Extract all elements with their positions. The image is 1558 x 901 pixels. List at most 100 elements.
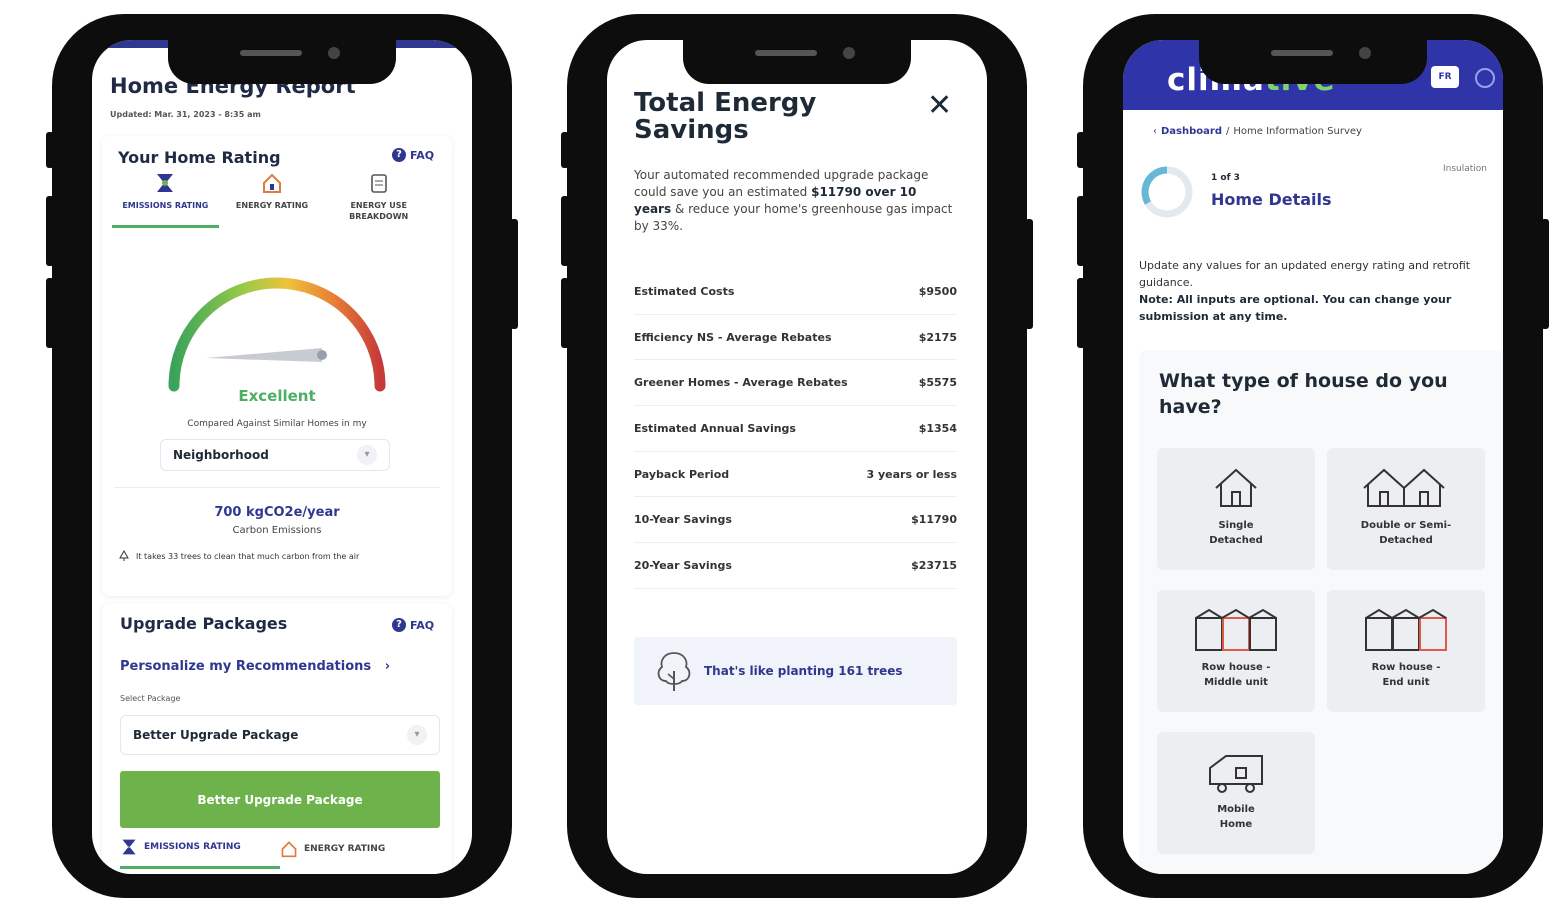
modal-title: Total Energy Savings: [634, 88, 817, 145]
trees-note-text: It takes 33 trees to clean that much car…: [136, 551, 360, 561]
energy-house-icon: [281, 840, 297, 857]
savings-description: Your automated recommended upgrade packa…: [634, 167, 954, 235]
house-option-double-semi-detached[interactable]: Double or Semi- Detached: [1327, 448, 1485, 570]
house-option-single-detached[interactable]: Single Detached: [1157, 448, 1315, 570]
trees-note: It takes 33 trees to clean that much car…: [118, 550, 359, 562]
chevron-down-icon: ▾: [407, 725, 427, 745]
option-label: Single: [1218, 520, 1254, 531]
card-title: Your Home Rating: [118, 148, 281, 167]
faq-label: FAQ: [410, 618, 435, 632]
side-button: [1025, 219, 1033, 329]
step-counter: 1 of 3: [1211, 173, 1240, 183]
tab-label: ENERGY RATING: [304, 843, 386, 854]
close-icon[interactable]: ✕: [927, 88, 952, 123]
table-row: Payback Period 3 years or less: [634, 452, 957, 498]
side-button: [561, 196, 569, 266]
clipboard-icon: [370, 174, 387, 193]
personalize-link[interactable]: Personalize my Recommendations ›: [120, 659, 390, 674]
updated-timestamp: Updated: Mar. 31, 2023 - 8:35 am: [110, 110, 261, 119]
chevron-right-icon: ›: [375, 659, 391, 674]
row-value: $23715: [911, 558, 957, 572]
row-label: Payback Period: [634, 467, 730, 481]
select-value: Better Upgrade Package: [133, 728, 299, 742]
help-icon: ?: [392, 148, 406, 162]
house-option-mobile-home[interactable]: Mobile Home: [1157, 732, 1315, 854]
row-house-middle-icon: [1195, 608, 1277, 651]
tab-emissions-rating[interactable]: EMISSIONS RATING: [112, 172, 219, 228]
phone-notch: [683, 32, 911, 84]
house-option-row-end[interactable]: Row house - End unit: [1327, 590, 1485, 712]
tree-icon: [119, 550, 129, 561]
tab-label: EMISSIONS RATING: [122, 201, 209, 210]
table-row: 10-Year Savings $11790: [634, 497, 957, 544]
breadcrumb-dashboard-link[interactable]: Dashboard: [1161, 126, 1222, 137]
table-row: Efficiency NS - Average Rebates $2175: [634, 315, 957, 361]
tab-energy-rating[interactable]: ENERGY RATING: [280, 838, 440, 869]
side-button: [510, 219, 518, 329]
tab-energy-use-breakdown[interactable]: ENERGY USE BREAKDOWN: [325, 172, 432, 228]
desc-text: Update any values for an updated energy …: [1139, 259, 1471, 289]
side-button: [1077, 196, 1085, 266]
emissions-icon: [122, 839, 136, 855]
option-label: Double or Semi-: [1360, 520, 1452, 531]
tab-label: EMISSIONS RATING: [144, 842, 241, 852]
tab-label: ENERGY USE BREAKDOWN: [349, 201, 409, 221]
option-label: Detached: [1379, 535, 1433, 546]
breadcrumb-separator: /: [1226, 126, 1230, 137]
house-type-question-card: What type of house do you have? Single D…: [1139, 350, 1503, 874]
table-row: Estimated Annual Savings $1354: [634, 406, 957, 452]
divider: [114, 487, 440, 488]
row-label: Estimated Annual Savings: [634, 421, 796, 435]
option-label: Mobile: [1217, 804, 1255, 815]
option-label: End unit: [1382, 677, 1430, 688]
screen: climative EN FR ‹ Dashboard / Home Infor…: [1123, 40, 1503, 874]
upgrade-package-button[interactable]: Better Upgrade Package: [120, 771, 440, 828]
phone-home-information-survey: climative EN FR ‹ Dashboard / Home Infor…: [1077, 14, 1549, 898]
row-label: Estimated Costs: [634, 284, 735, 298]
semi-detached-icon: [1363, 468, 1445, 507]
lang-fr-toggle[interactable]: FR: [1431, 66, 1459, 88]
question-title: What type of house do you have?: [1159, 370, 1448, 418]
faq-label: FAQ: [410, 148, 435, 162]
rating-tabs: EMISSIONS RATING ENERGY RATING ENERGY US…: [112, 172, 432, 228]
tree-icon: [657, 652, 691, 691]
faq-link[interactable]: ? FAQ: [392, 618, 434, 632]
tab-energy-rating[interactable]: ENERGY RATING: [219, 172, 326, 228]
row-value: $5575: [918, 376, 957, 390]
savings-table: Estimated Costs $9500 Efficiency NS - Ave…: [634, 269, 957, 589]
row-value: $11790: [911, 513, 957, 527]
side-button: [46, 196, 54, 266]
chevron-left-icon[interactable]: ‹: [1153, 126, 1157, 137]
house-option-row-middle[interactable]: Row house - Middle unit: [1157, 590, 1315, 712]
phone-total-energy-savings: Total Energy Savings ✕ Your automated re…: [561, 14, 1033, 898]
select-package-label: Select Package: [120, 694, 181, 703]
option-label: Row house -: [1201, 662, 1271, 673]
desc-note: Note: All inputs are optional. You can c…: [1139, 293, 1452, 323]
row-label: Greener Homes - Average Rebates: [634, 376, 848, 390]
next-section-label: Insulation: [1443, 164, 1488, 174]
faq-link[interactable]: ? FAQ: [392, 148, 434, 162]
desc-text: & reduce your home's greenhouse gas impa…: [634, 202, 953, 233]
section-title: Home Details: [1211, 190, 1332, 209]
phone-notch: [1199, 32, 1427, 84]
rating-label: Excellent: [238, 387, 316, 405]
package-select[interactable]: Better Upgrade Package ▾: [120, 715, 440, 755]
side-button: [561, 132, 569, 168]
emissions-value: 700 kgCO2e/year: [214, 505, 340, 520]
chevron-down-icon: ▾: [357, 445, 377, 465]
tab-emissions-rating[interactable]: EMISSIONS RATING: [120, 838, 280, 869]
emissions-gauge: [168, 277, 386, 392]
emissions-label: Carbon Emissions: [232, 525, 322, 536]
compare-text: Compared Against Similar Homes in my: [187, 419, 367, 429]
user-account-icon[interactable]: [1475, 68, 1495, 88]
single-house-icon: [1215, 468, 1257, 507]
table-row: Estimated Costs $9500: [634, 269, 957, 315]
row-value: 3 years or less: [866, 467, 957, 481]
side-button: [561, 278, 569, 348]
mobile-home-icon: [1209, 755, 1263, 793]
trees-equivalent-box: That's like planting 161 trees: [634, 637, 957, 705]
neighborhood-select[interactable]: Neighborhood ▾: [160, 439, 390, 471]
row-house-end-icon: [1365, 608, 1447, 651]
mockup-stage: Home Energy Report Updated: Mar. 31, 202…: [0, 0, 1558, 901]
help-icon: ?: [392, 618, 406, 632]
